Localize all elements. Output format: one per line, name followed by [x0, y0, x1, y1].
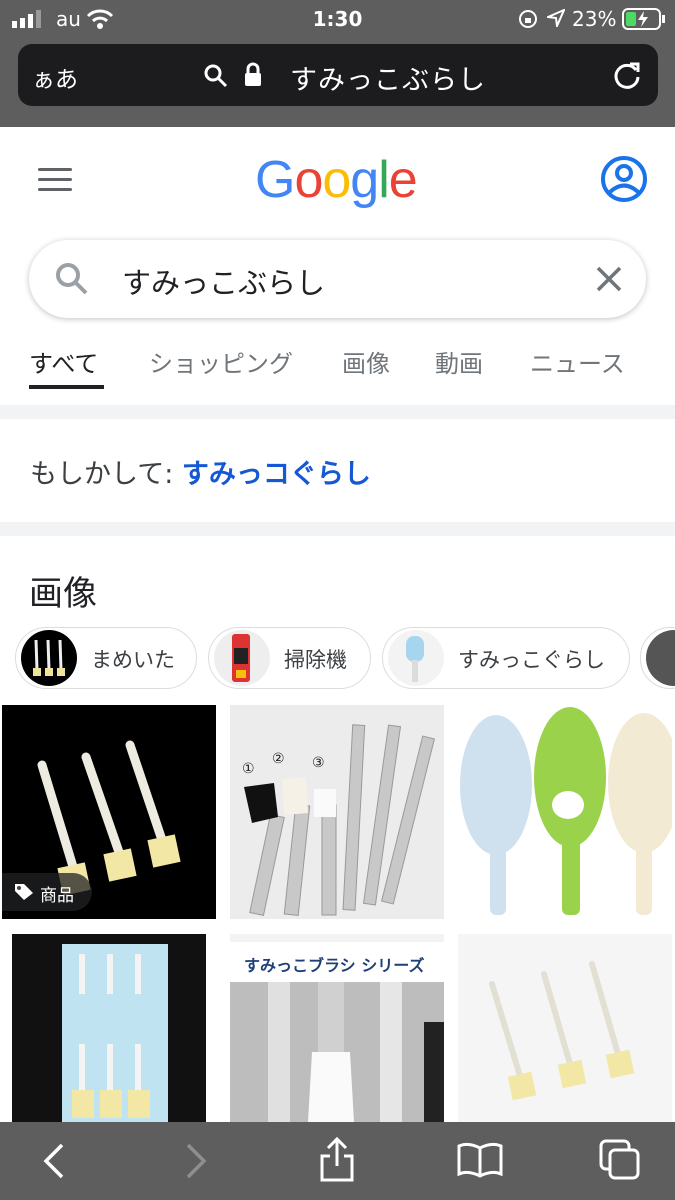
did-you-mean-prefix: もしかして: [30, 459, 174, 490]
tab-shopping[interactable]: ショッピング [149, 344, 293, 379]
logo-letter: l [378, 151, 390, 209]
safari-toolbar [0, 1122, 675, 1200]
logo-letter: e [388, 151, 418, 209]
tab-news[interactable]: ニュース [530, 344, 625, 379]
divider [0, 405, 675, 419]
search-icon [204, 64, 228, 88]
svg-text:①: ① [242, 761, 255, 777]
chip-label: まめいた [91, 648, 175, 672]
lock-icon [245, 62, 261, 86]
search-input[interactable]: すみっこぶらし [122, 260, 325, 302]
image-result[interactable]: ① ② ③ [230, 705, 444, 919]
browser-chrome: au 1:30 23% ぁあ すみっこぶらし [0, 0, 675, 127]
tab-images[interactable]: 画像 [342, 344, 390, 379]
chip-sumikkogurashi[interactable]: すみっこぐらし [382, 627, 630, 689]
location-icon [547, 9, 565, 27]
tabs-icon[interactable] [598, 1138, 642, 1182]
status-bar: au 1:30 23% [0, 0, 675, 38]
chip-label: すみっこぐらし [458, 648, 605, 672]
rotation-lock-icon [519, 10, 537, 28]
images-heading: 画像 [29, 574, 97, 614]
chip-more[interactable] [640, 627, 675, 689]
share-icon[interactable] [318, 1136, 356, 1182]
brushes-image: ① ② ③ [242, 724, 435, 916]
image-banner-text: すみっこブラシ シリーズ [230, 942, 444, 982]
logo-letter: o [294, 151, 323, 209]
did-you-mean: もしかして: すみっコぐらし [30, 452, 371, 491]
url-text[interactable]: すみっこぶらし [290, 58, 486, 97]
back-icon[interactable] [40, 1142, 66, 1180]
chip-thumbnail [21, 630, 77, 686]
forward-icon[interactable] [184, 1142, 210, 1180]
product-badge: 商品 [2, 873, 92, 911]
battery-percent: 23% [572, 7, 617, 31]
reader-button[interactable]: ぁあ [32, 60, 78, 94]
address-bar[interactable]: ぁあ すみっこぶらし [18, 44, 658, 106]
image-result[interactable] [458, 705, 672, 919]
chip-thumbnail [646, 630, 675, 686]
menu-icon[interactable] [38, 168, 72, 192]
tab-all[interactable]: すべて [29, 344, 98, 379]
google-logo[interactable]: Google [255, 150, 418, 210]
search-icon [56, 263, 88, 295]
image-result[interactable] [12, 934, 206, 1122]
chip-vacuum[interactable]: 掃除機 [208, 627, 371, 689]
tab-videos[interactable]: 動画 [435, 344, 483, 379]
chip-thumbnail [214, 630, 270, 686]
search-box[interactable]: すみっこぶらし [29, 240, 646, 318]
brush-closeup-image [230, 982, 444, 1122]
clear-icon[interactable] [595, 265, 623, 293]
hairbrush-image [460, 707, 672, 915]
chip-thumbnail [388, 630, 444, 686]
chip-mameita[interactable]: まめいた [15, 627, 197, 689]
reload-icon[interactable] [612, 60, 642, 90]
divider [0, 522, 675, 536]
chip-label: 掃除機 [284, 648, 347, 672]
image-result[interactable]: すみっこブラシ シリーズ [230, 934, 444, 1122]
package-image [62, 944, 168, 1122]
brush-image [489, 961, 635, 1101]
logo-letter: o [322, 151, 351, 209]
logo-letter: g [350, 151, 379, 209]
did-you-mean-link[interactable]: すみっコぐらし [182, 459, 371, 490]
active-tab-indicator [29, 385, 104, 389]
svg-text:③: ③ [312, 755, 325, 771]
svg-text:②: ② [272, 751, 285, 767]
logo-letter: G [255, 151, 295, 209]
tag-icon [15, 884, 33, 900]
battery-icon [622, 8, 665, 30]
account-icon[interactable] [600, 155, 648, 203]
bookmarks-icon[interactable] [456, 1140, 504, 1178]
image-result[interactable] [458, 934, 672, 1122]
